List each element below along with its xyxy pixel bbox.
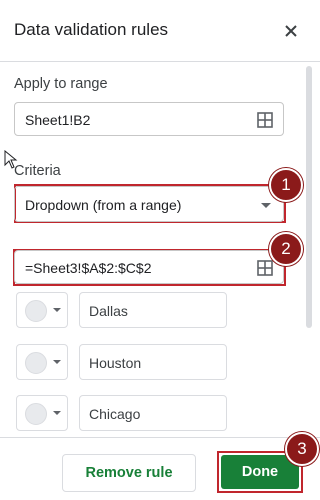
color-swatch-icon xyxy=(25,300,47,322)
criteria-label: Criteria xyxy=(14,163,61,179)
header-divider xyxy=(0,61,320,62)
chevron-down-icon xyxy=(53,308,61,312)
item-value-input[interactable]: Chicago xyxy=(79,395,227,431)
chevron-down-icon xyxy=(53,411,61,415)
item-value-input[interactable]: Houston xyxy=(79,344,227,380)
select-range-grid-icon[interactable] xyxy=(257,260,273,276)
chevron-down-icon xyxy=(261,203,271,208)
item-value: Dallas xyxy=(89,303,128,319)
item-color-button[interactable] xyxy=(16,395,68,431)
item-value-input[interactable]: Dallas xyxy=(79,292,227,328)
list-item: Houston xyxy=(16,344,231,380)
select-range-grid-icon[interactable] xyxy=(257,112,273,128)
item-color-button[interactable] xyxy=(16,292,68,328)
dialog-title: Data validation rules xyxy=(14,20,169,39)
range-input[interactable]: Sheet1!B2 xyxy=(14,102,284,136)
remove-rule-button[interactable]: Remove rule xyxy=(62,454,196,492)
close-icon[interactable] xyxy=(282,22,300,40)
list-item: Dallas xyxy=(16,292,231,328)
apply-to-range-label: Apply to range xyxy=(14,76,108,92)
annotation-badge-2: 2 xyxy=(269,232,303,266)
item-value: Houston xyxy=(89,355,142,371)
list-item: Chicago xyxy=(16,395,231,431)
color-swatch-icon xyxy=(25,403,47,425)
dialog-header: Data validation rules xyxy=(0,0,320,62)
done-button[interactable]: Done xyxy=(221,455,299,489)
annotation-badge-3: 3 xyxy=(285,432,319,466)
annotation-badge-1: 1 xyxy=(269,168,303,202)
panel-scrollbar[interactable] xyxy=(306,66,312,328)
criteria-selected-value: Dropdown (from a range) xyxy=(25,197,182,213)
range-value: Sheet1!B2 xyxy=(25,112,91,128)
item-value: Chicago xyxy=(89,406,141,422)
range-formula-value: =Sheet3!$A$2:$C$2 xyxy=(25,260,152,276)
chevron-down-icon xyxy=(53,360,61,364)
item-color-button[interactable] xyxy=(16,344,68,380)
criteria-dropdown[interactable]: Dropdown (from a range) xyxy=(14,186,284,222)
range-formula-input[interactable]: =Sheet3!$A$2:$C$2 xyxy=(14,250,284,284)
color-swatch-icon xyxy=(25,352,47,374)
